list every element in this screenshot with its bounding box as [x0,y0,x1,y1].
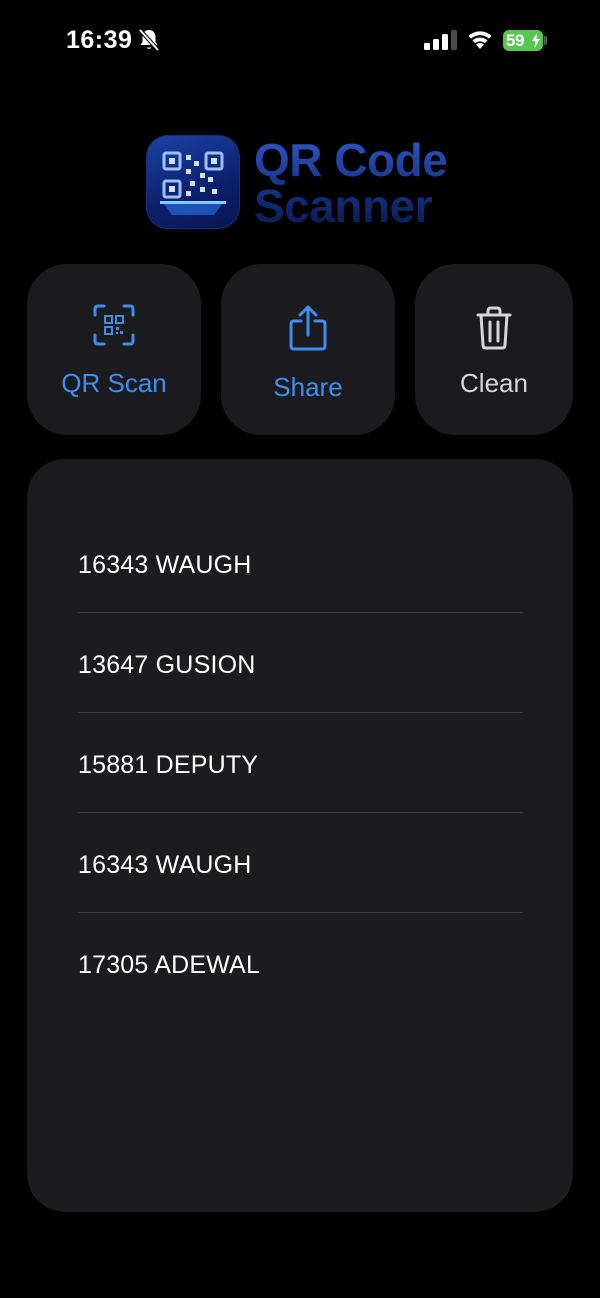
status-time: 16:39 [66,26,133,54]
trash-icon [476,306,512,350]
list-item[interactable]: 15881 DEPUTY [78,659,523,813]
status-bar: 16:39 59 [0,0,600,82]
list-item[interactable]: 13647 GUSION [78,559,523,713]
list-item[interactable]: 16343 WAUGH [78,759,523,913]
clean-label: Clean [460,368,528,398]
battery-charging-icon: 59 [503,30,547,51]
clean-button[interactable]: Clean [415,264,573,435]
qr-scan-icon [93,304,135,346]
bell-slash-icon [138,28,160,52]
list-item-text: 17305 ADEWAL [78,951,261,979]
list-item[interactable]: 16343 WAUGH [78,459,523,613]
app-title-line2: Scanner [254,180,433,232]
app-title: QR Code Scanner [254,137,494,229]
qr-scanner-logo-icon [146,135,240,229]
share-label: Share [273,372,343,402]
wifi-icon [468,31,492,49]
qr-scan-button[interactable]: QR Scan [27,264,201,435]
share-icon [289,305,327,351]
cellular-signal-icon [424,30,457,50]
scan-history-list: 16343 WAUGH 13647 GUSION 15881 DEPUTY 16… [27,459,573,1212]
share-button[interactable]: Share [221,264,395,435]
app-title-line1: QR Code [254,134,448,186]
list-item[interactable]: 17305 ADEWAL [78,859,523,979]
qr-scan-label: QR Scan [61,368,167,398]
battery-level: 59 [506,31,524,50]
